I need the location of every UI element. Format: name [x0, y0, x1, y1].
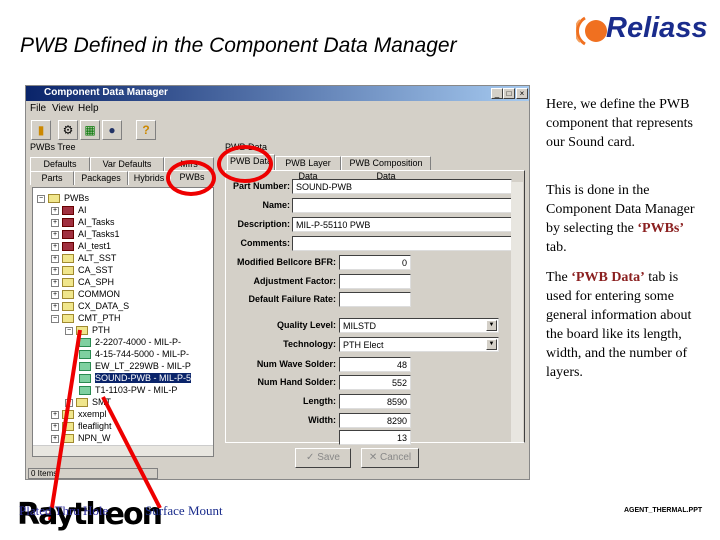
paragraph-3: The ‘PWB Data’ tab is used for entering … [546, 270, 692, 380]
label-surface-mount: Surface Mount [145, 503, 223, 518]
paragraph-1: Here, we define the PWB component that r… [546, 97, 693, 150]
paragraph-2: This is done in the Component Data Manag… [546, 183, 695, 255]
label-plated-thru-hole: Plated Thru Hole [19, 503, 109, 518]
filename: AGENT_THERMAL.PPT [624, 507, 703, 514]
